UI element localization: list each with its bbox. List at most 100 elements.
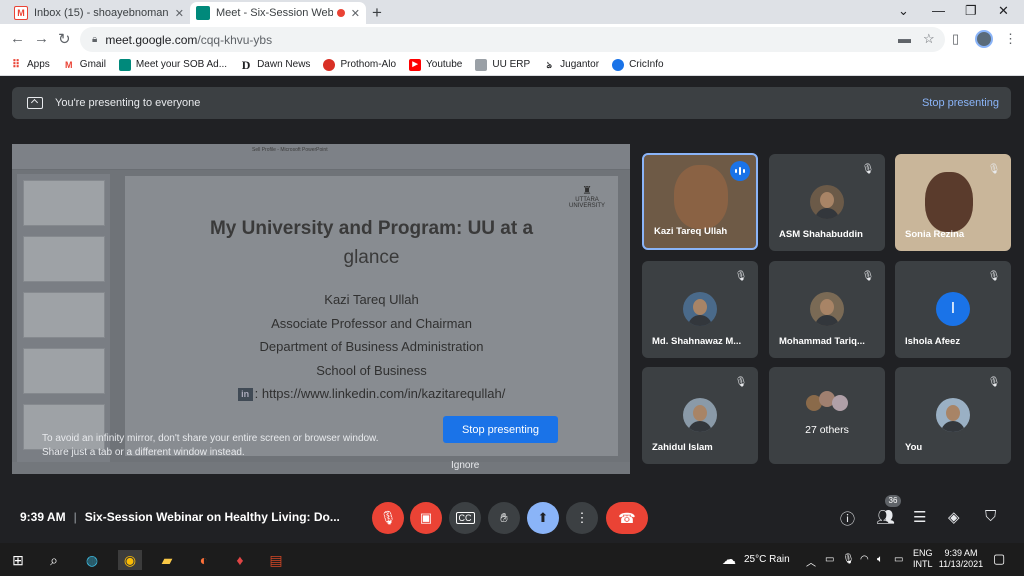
bookmark-star-icon[interactable]: ☆: [923, 31, 935, 47]
mic-tray-icon[interactable]: 🎙︎: [842, 554, 855, 565]
bookmark-uu-erp[interactable]: UU ERP: [475, 58, 530, 71]
bookmark-jugantor[interactable]: ঌ Jugantor: [543, 59, 599, 71]
reload-icon[interactable]: ↻: [58, 30, 71, 48]
slide-body: Kazi Tareq Ullah Associate Professor and…: [125, 288, 618, 406]
bookmark-dawn[interactable]: D Dawn News: [240, 59, 311, 71]
host-controls-icon[interactable]: ⛉: [985, 508, 996, 525]
bookmark-label: Dawn News: [257, 59, 311, 70]
network-icon[interactable]: ◠: [860, 554, 869, 565]
bookmarks-bar: ⠿ Apps M Gmail Meet your SOB Ad... D Dawn N…: [0, 54, 1024, 76]
battery-icon[interactable]: ▭: [894, 554, 903, 565]
stop-presenting-link[interactable]: Stop presenting: [922, 97, 999, 109]
participant-tile-you[interactable]: 🎙︎ You: [895, 367, 1011, 464]
present-now-button[interactable]: ⬆: [527, 502, 559, 534]
profile-avatar[interactable]: [975, 30, 993, 48]
chrome-icon[interactable]: ◉: [118, 550, 142, 570]
people-icon[interactable]: 👥︎: [876, 508, 895, 526]
ignore-button[interactable]: Ignore: [451, 460, 479, 471]
close-tab-icon[interactable]: ✕: [175, 7, 184, 20]
participant-tile-ishola-afeez[interactable]: 🎙︎ I Ishola Afeez: [895, 261, 1011, 358]
university-logo-text: UTTARA UNIVERSITY: [568, 197, 605, 209]
tray-chevron-icon[interactable]: ︿: [806, 554, 816, 569]
minimize-icon[interactable]: —: [932, 3, 945, 18]
more-options-icon: ⋮: [575, 510, 589, 525]
bookmark-label: Gmail: [79, 59, 106, 70]
firefox-icon[interactable]: ◐: [194, 550, 214, 570]
participant-tile-asm-shahabuddin[interactable]: 🎙︎ ASM Shahabuddin: [769, 154, 885, 251]
close-tab-icon[interactable]: ✕: [351, 7, 360, 20]
slide-line: Department of Business Administration: [259, 339, 484, 354]
bookmark-gmail[interactable]: M Gmail: [63, 59, 106, 71]
participant-tile-others[interactable]: 27 others: [769, 367, 885, 464]
windows-start-icon[interactable]: ⊞: [8, 550, 28, 570]
menu-icon[interactable]: ⋮: [1004, 31, 1017, 47]
captions-icon: CC: [455, 512, 475, 524]
weather-text[interactable]: 25°C Rain: [744, 554, 790, 565]
current-slide: ♜ UTTARA UNIVERSITY My University and Pr…: [125, 176, 618, 456]
speaking-indicator-icon: [730, 161, 750, 181]
system-clock[interactable]: 9:39 AM 11/13/2021: [937, 548, 985, 570]
activities-icon[interactable]: ◈: [948, 508, 960, 526]
volume-icon[interactable]: 🔈︎: [877, 554, 883, 565]
presenting-banner: You're presenting to everyone Stop prese…: [12, 87, 1011, 119]
mic-off-icon: 🎙︎: [861, 164, 875, 175]
tab-title: Inbox (15) - shoayebnoman@utt: [34, 7, 169, 19]
file-explorer-icon[interactable]: ▰: [157, 550, 177, 570]
powerpoint-status-bar: [12, 462, 630, 474]
uu-erp-icon: [475, 58, 488, 71]
new-tab-button[interactable]: +: [372, 3, 382, 23]
divider: |: [73, 510, 77, 524]
present-screen-icon: [27, 97, 43, 109]
participant-tile-mohammad-tariq[interactable]: 🎙︎ Mohammad Tariq...: [769, 261, 885, 358]
tab-gmail-inbox[interactable]: M Inbox (15) - shoayebnoman@utt ✕: [8, 2, 190, 24]
bookmark-prothom-alo[interactable]: Prothom-Alo: [323, 58, 396, 71]
bookmark-apps[interactable]: ⠿ Apps: [10, 59, 50, 71]
participant-tile-md-shahnawaz[interactable]: 🎙︎ Md. Shahnawaz M...: [642, 261, 758, 358]
webcam-tray-icon[interactable]: ▭: [825, 554, 834, 565]
app-icon[interactable]: ♦: [230, 550, 250, 570]
linkedin-icon: in: [237, 388, 253, 402]
bookmark-youtube[interactable]: ▶ Youtube: [409, 58, 462, 71]
mic-off-icon: 🎙︎: [861, 271, 875, 282]
tab-google-meet[interactable]: Meet - Six-Session Webinar o ✕: [190, 2, 366, 24]
keyboard-layout: INTL: [913, 559, 933, 569]
meeting-details-icon[interactable]: ⓘ: [840, 508, 855, 529]
chat-icon[interactable]: ☰: [913, 508, 926, 526]
window-close-icon[interactable]: ✕: [998, 3, 1009, 19]
participant-tile-zahidul-islam[interactable]: 🎙︎ Zahidul Islam: [642, 367, 758, 464]
edge-icon[interactable]: ◍: [82, 550, 102, 570]
slide-thumbnail: [23, 348, 105, 394]
university-crest-icon: ♜: [582, 185, 592, 197]
notifications-icon[interactable]: ▢: [993, 551, 1005, 567]
more-options-button[interactable]: ⋮: [566, 502, 598, 534]
leave-call-button[interactable]: ☎︎: [606, 502, 648, 534]
apps-grid-icon: ⠿: [11, 58, 21, 71]
bookmark-label: CricInfo: [629, 59, 664, 70]
language-indicator[interactable]: ENG INTL: [913, 548, 933, 570]
weather-icon: ☁︎: [722, 551, 736, 567]
participant-name: You: [905, 442, 923, 453]
google-meet-icon: [196, 6, 210, 20]
camera-toggle-button[interactable]: ▣: [410, 502, 442, 534]
stop-presenting-button[interactable]: Stop presenting: [443, 416, 558, 443]
powerpoint-icon[interactable]: ▤: [266, 550, 286, 570]
restore-icon[interactable]: ❐: [965, 3, 977, 19]
slide-thumbnails: [17, 174, 110, 464]
tab-search-chevron-icon[interactable]: ⌄: [898, 3, 909, 19]
back-icon[interactable]: ←: [10, 30, 25, 47]
forward-icon[interactable]: →: [34, 30, 49, 47]
participant-tile-sonia-rezina[interactable]: 🎙︎ Sonia Rezina: [895, 154, 1011, 251]
bookmark-meet[interactable]: Meet your SOB Ad...: [118, 58, 227, 71]
search-icon[interactable]: ⌕: [44, 550, 64, 570]
address-bar[interactable]: 🔒︎ meet.google.com/cqq-khvu-ybs: [80, 27, 945, 52]
camera-in-use-icon[interactable]: ▬: [898, 31, 911, 46]
bookmark-cricinfo[interactable]: CricInfo: [612, 58, 664, 71]
meeting-time: 9:39 AM: [20, 510, 66, 524]
raise-hand-icon: ✋︎: [500, 510, 508, 525]
side-panel-icon[interactable]: ▯: [952, 31, 959, 47]
slide-title: My University and Program: UU at a glanc…: [125, 214, 618, 272]
participant-tile-kazi-tareq-ullah[interactable]: Kazi Tareq Ullah: [642, 153, 758, 250]
captions-button[interactable]: CC: [449, 502, 481, 534]
raise-hand-button[interactable]: ✋︎: [488, 502, 520, 534]
mic-toggle-button[interactable]: 🎙︎: [372, 502, 404, 534]
